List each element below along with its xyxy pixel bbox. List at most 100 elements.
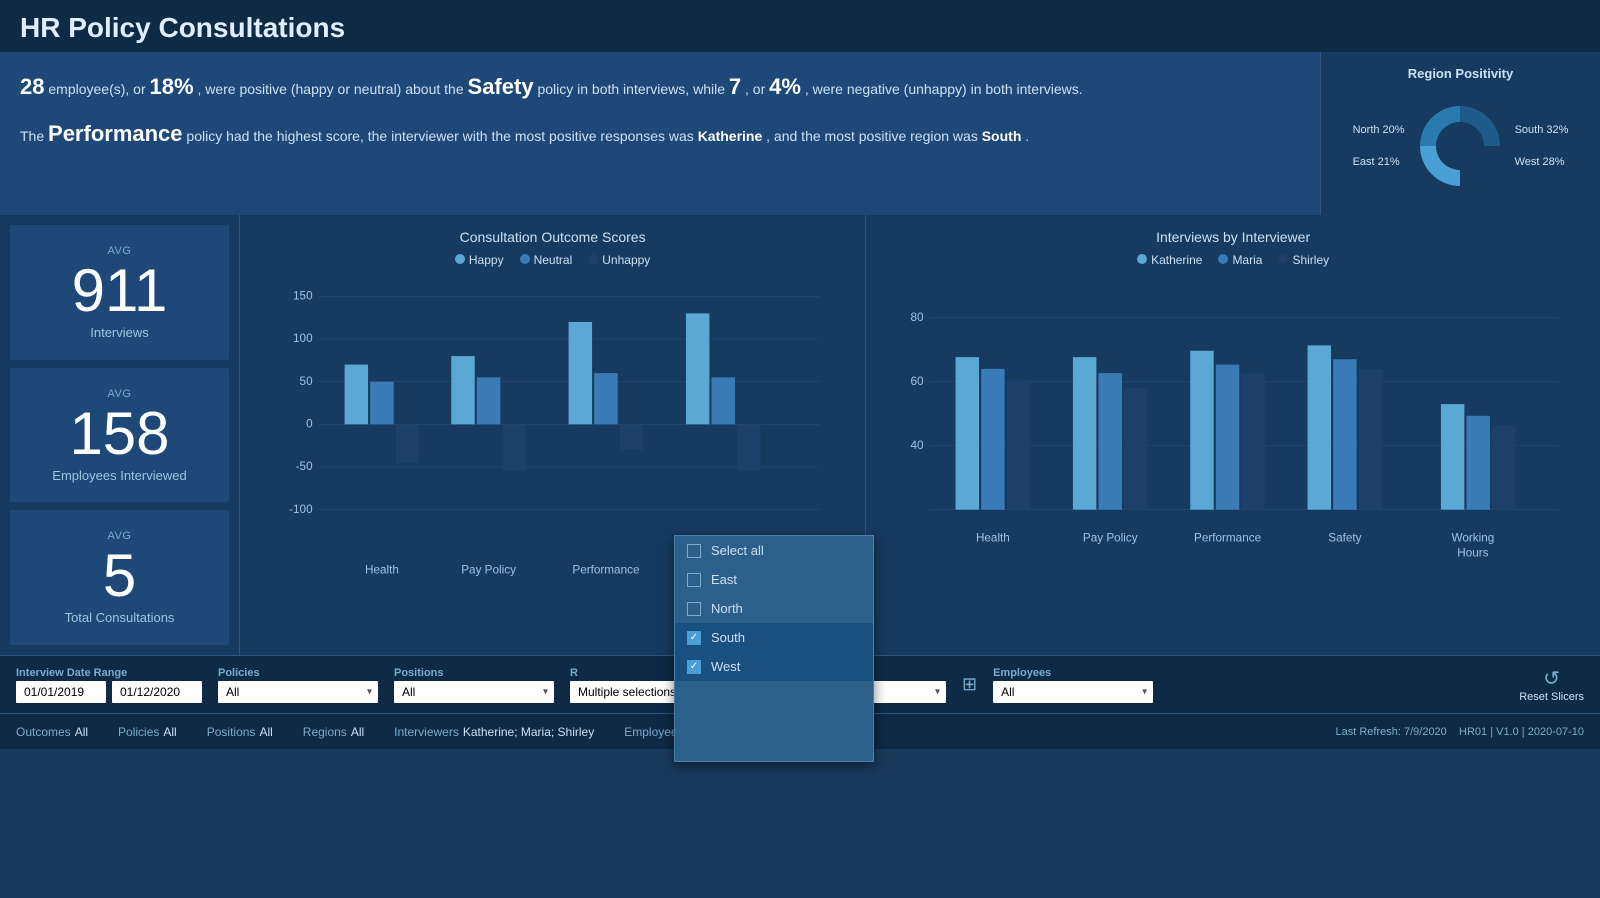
employees-label: Employees xyxy=(993,667,1153,679)
status-policies: Policies All xyxy=(118,725,177,739)
svg-text:Hours: Hours xyxy=(1457,547,1488,560)
interviewer-chart-section: Interviews by Interviewer Katherine Mari… xyxy=(866,215,1600,655)
kpi-consultations-label-top: AVG xyxy=(108,530,132,542)
policies-label: Policies xyxy=(218,667,378,679)
filter-icon: ⊞ xyxy=(962,674,977,695)
west-label: West xyxy=(711,659,740,674)
date-end-input[interactable] xyxy=(112,681,202,703)
kpi-interviews-label-top: AVG xyxy=(108,245,132,257)
svg-text:-100: -100 xyxy=(289,503,313,516)
east-label: East 21% xyxy=(1353,156,1405,168)
status-policies-val: All xyxy=(163,725,176,739)
maria-legend: Maria xyxy=(1218,253,1262,267)
svg-text:Safety: Safety xyxy=(1328,532,1361,545)
happy-legend: Happy xyxy=(455,253,504,267)
policies-select-wrapper[interactable]: All xyxy=(218,681,378,703)
svg-text:100: 100 xyxy=(293,332,313,345)
policies-select[interactable]: All xyxy=(218,681,378,703)
dropdown-south[interactable]: South xyxy=(675,623,873,652)
status-regions-key: Regions xyxy=(303,725,347,739)
north-checkbox[interactable] xyxy=(687,602,701,616)
status-positions-key: Positions xyxy=(207,725,256,739)
east-checkbox[interactable] xyxy=(687,573,701,587)
main-area: AVG 911 Interviews AVG 158 Employees Int… xyxy=(0,215,1600,655)
status-regions-val: All xyxy=(351,725,364,739)
status-refresh: Last Refresh: 7/9/2020 HR01 | V1.0 | 202… xyxy=(1336,726,1585,738)
donut-chart: North 20% East 21% South 32% West 28% xyxy=(1337,91,1584,201)
summary-text: 28 employee(s), or 18% , were positive (… xyxy=(0,52,1320,215)
status-outcomes-key: Outcomes xyxy=(16,725,71,739)
reset-label: Reset Slicers xyxy=(1519,691,1584,703)
kpi-interviews-label-bottom: Interviews xyxy=(90,325,149,340)
south-label: South 32% xyxy=(1515,124,1569,136)
unhappy-legend: Unhappy xyxy=(588,253,650,267)
app-header: HR Policy Consultations xyxy=(0,0,1600,52)
kpi-employees: AVG 158 Employees Interviewed xyxy=(10,368,229,503)
select-all-label: Select all xyxy=(711,543,764,558)
kpi-employees-label-top: AVG xyxy=(108,388,132,400)
summary-line2: The Performance policy had the highest s… xyxy=(20,128,1029,144)
select-all-checkbox[interactable] xyxy=(687,544,701,558)
status-positions: Positions All xyxy=(207,725,273,739)
svg-text:40: 40 xyxy=(911,439,925,452)
dropdown-west[interactable]: West xyxy=(675,652,873,681)
regions-dropdown[interactable]: Select all East North South West xyxy=(674,535,874,762)
employees-select-wrapper[interactable]: All xyxy=(993,681,1153,703)
dropdown-east[interactable]: East xyxy=(675,565,873,594)
status-regions: Regions All xyxy=(303,725,364,739)
kpi-consultations-label-bottom: Total Consultations xyxy=(65,610,175,625)
status-interviewers-val: Katherine; Maria; Shirley xyxy=(463,725,594,739)
dropdown-north[interactable]: North xyxy=(675,594,873,623)
shirley-legend: Shirley xyxy=(1278,253,1329,267)
page-title: HR Policy Consultations xyxy=(20,12,1580,44)
status-outcomes-val: All xyxy=(75,725,88,739)
svg-text:Pay Policy: Pay Policy xyxy=(1083,532,1138,545)
svg-text:Pay Policy: Pay Policy xyxy=(461,564,516,577)
positions-select-wrapper[interactable]: All xyxy=(394,681,554,703)
svg-text:Performance: Performance xyxy=(572,564,639,577)
kpi-employees-value: 158 xyxy=(69,404,169,464)
interviewer-chart-area: 80 60 40 Health Pay Policy Perf xyxy=(880,275,1586,595)
status-policies-key: Policies xyxy=(118,725,159,739)
reset-slicers-button[interactable]: ↺ Reset Slicers xyxy=(1519,666,1584,703)
west-label: West 28% xyxy=(1515,156,1569,168)
policies-filter: Policies All xyxy=(218,667,378,703)
positions-select[interactable]: All xyxy=(394,681,554,703)
consultation-chart-title: Consultation Outcome Scores xyxy=(254,229,851,245)
date-range-inputs[interactable] xyxy=(16,681,202,703)
status-outcomes: Outcomes All xyxy=(16,725,88,739)
dropdown-empty-space xyxy=(675,681,873,761)
status-interviewers: Interviewers Katherine; Maria; Shirley xyxy=(394,725,594,739)
kpi-interviews: AVG 911 Interviews xyxy=(10,225,229,360)
date-start-input[interactable] xyxy=(16,681,106,703)
reset-icon: ↺ xyxy=(1543,666,1560,691)
kpi-panel: AVG 911 Interviews AVG 158 Employees Int… xyxy=(0,215,240,655)
consultation-chart-legend: Happy Neutral Unhappy xyxy=(254,253,851,267)
dropdown-select-all[interactable]: Select all xyxy=(675,536,873,565)
consultation-chart-section: Consultation Outcome Scores Happy Neutra… xyxy=(240,215,866,655)
kpi-employees-label-bottom: Employees Interviewed xyxy=(52,468,186,483)
interviewer-chart-svg: 80 60 40 Health Pay Policy Perf xyxy=(880,275,1586,595)
svg-text:150: 150 xyxy=(293,290,313,303)
donut-hole xyxy=(1436,122,1484,170)
north-label: North 20% xyxy=(1353,124,1405,136)
svg-text:Performance: Performance xyxy=(1194,532,1261,545)
positions-filter: Positions All xyxy=(394,667,554,703)
date-range-label: Interview Date Range xyxy=(16,667,202,679)
date-range-filter: Interview Date Range xyxy=(16,667,202,703)
employees-filter: Employees All xyxy=(993,667,1153,703)
katherine-legend: Katherine xyxy=(1137,253,1202,267)
filter-icon-group: ⊞ xyxy=(962,674,977,695)
svg-text:-50: -50 xyxy=(296,460,313,473)
svg-text:Working: Working xyxy=(1452,532,1495,545)
summary-bar: 28 employee(s), or 18% , were positive (… xyxy=(0,52,1600,215)
donut-labels-left: North 20% East 21% xyxy=(1353,120,1405,172)
svg-text:Health: Health xyxy=(976,532,1010,545)
version: HR01 | V1.0 | 2020-07-10 xyxy=(1459,726,1584,738)
svg-text:60: 60 xyxy=(911,375,925,388)
employees-select[interactable]: All xyxy=(993,681,1153,703)
svg-text:80: 80 xyxy=(911,311,925,324)
west-checkbox[interactable] xyxy=(687,660,701,674)
south-checkbox[interactable] xyxy=(687,631,701,645)
positions-label: Positions xyxy=(394,667,554,679)
